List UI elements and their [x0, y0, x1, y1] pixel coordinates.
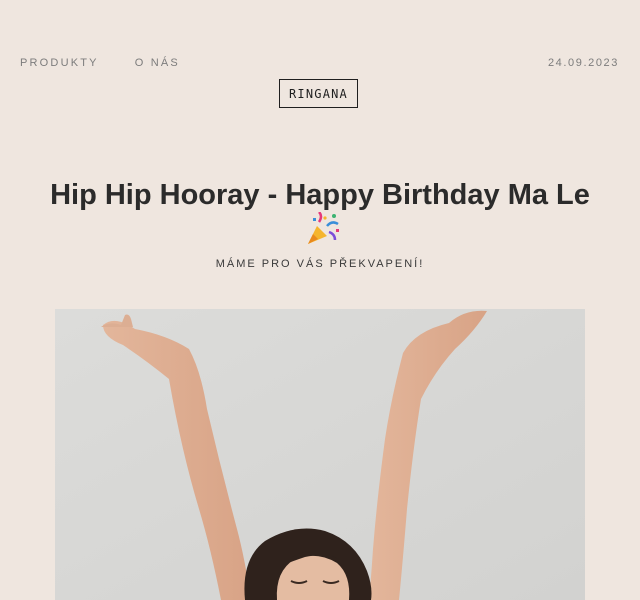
top-nav: PRODUKTY O NÁS 24.09.2023 [20, 56, 619, 70]
woman-raising-arms-photo [55, 309, 585, 600]
logo-text: RINGANA [289, 86, 348, 101]
party-popper-icon [305, 211, 341, 246]
brand-logo[interactable]: RINGANA [279, 79, 358, 108]
hero-image [55, 309, 585, 600]
page-title: Hip Hip Hooray - Happy Birthday Ma Le [40, 178, 600, 248]
headline-text: Hip Hip Hooray - Happy Birthday Ma Le [50, 179, 590, 211]
newsletter-date: 24.09.2023 [547, 57, 619, 69]
nav-link-produkty[interactable]: PRODUKTY [20, 57, 99, 69]
nav-link-o-nas[interactable]: O NÁS [135, 57, 180, 69]
subtitle: MÁME PRO VÁS PŘEKVAPENÍ! [215, 258, 425, 270]
